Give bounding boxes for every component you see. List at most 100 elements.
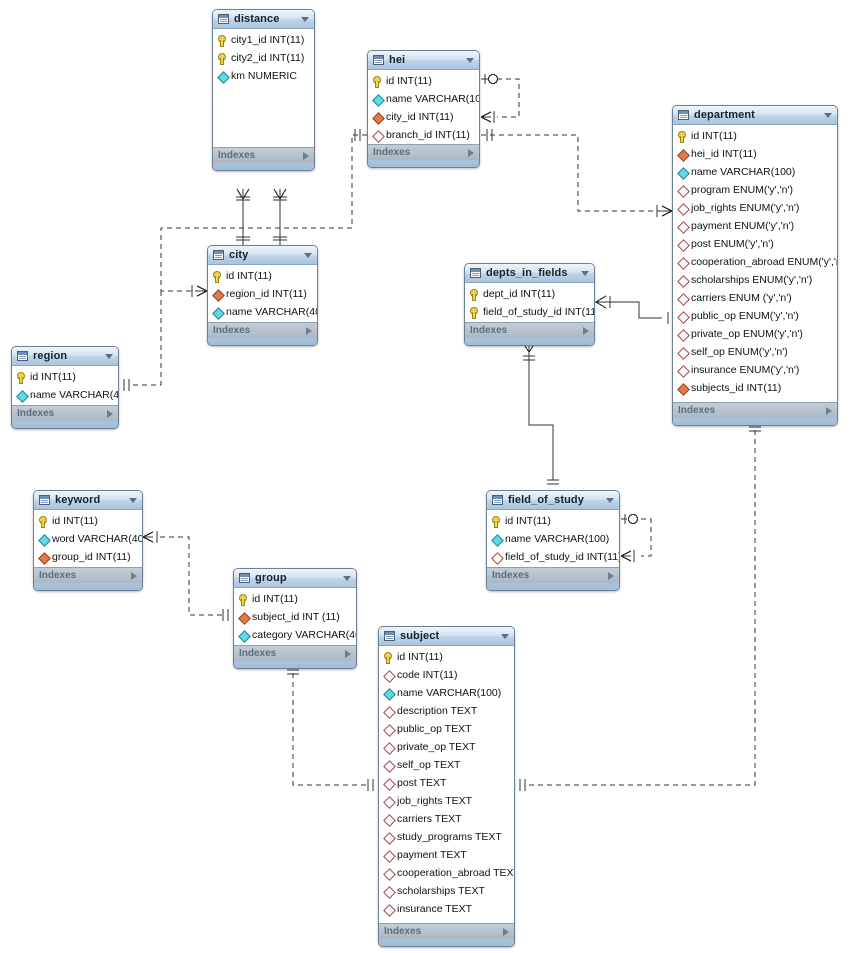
column-row[interactable]: scholarships ENUM('y','n') — [673, 271, 837, 289]
column-row[interactable]: dept_id INT(11) — [465, 285, 594, 303]
column-row[interactable]: insurance ENUM('y','n') — [673, 361, 837, 379]
chevron-down-icon[interactable] — [129, 497, 137, 503]
table-header-region[interactable]: region — [12, 347, 118, 366]
column-row[interactable]: city2_id INT(11) — [213, 49, 314, 67]
triangle-right-icon[interactable] — [503, 927, 509, 936]
column-row[interactable]: category VARCHAR(40) — [234, 626, 356, 644]
column-row[interactable]: public_op ENUM('y','n') — [673, 307, 837, 325]
column-row[interactable]: name VARCHAR(40) — [12, 386, 118, 404]
column-row[interactable]: subject_id INT (11) — [234, 608, 356, 626]
table-hei[interactable]: hei id INT(11) name VARCHAR(100) city_id IN… — [367, 50, 480, 168]
column-row[interactable]: post ENUM('y','n') — [673, 235, 837, 253]
column-row[interactable]: public_op TEXT — [379, 720, 514, 738]
table-distance[interactable]: distance city1_id INT(11) city2_id INT(11)… — [212, 9, 315, 171]
column-row[interactable]: field_of_study_id INT(11) — [465, 303, 594, 321]
indexes-section-field_of_study[interactable]: Indexes — [487, 567, 619, 583]
column-row[interactable]: city1_id INT(11) — [213, 31, 314, 49]
table-department[interactable]: department id INT(11) hei_id INT(11) name V… — [672, 105, 838, 426]
table-header-field_of_study[interactable]: field_of_study — [487, 491, 619, 510]
chevron-down-icon[interactable] — [824, 112, 832, 118]
triangle-right-icon[interactable] — [107, 409, 113, 418]
column-row[interactable]: hei_id INT(11) — [673, 145, 837, 163]
indexes-section-hei[interactable]: Indexes — [368, 144, 479, 160]
column-row[interactable]: name VARCHAR(40) — [208, 303, 317, 321]
column-row[interactable]: self_op ENUM('y','n') — [673, 343, 837, 361]
eer-diagram-canvas[interactable]: distance city1_id INT(11) city2_id INT(11)… — [0, 0, 850, 953]
table-keyword[interactable]: keyword id INT(11) word VARCHAR(40) group_i… — [33, 490, 143, 591]
column-row[interactable]: id INT(11) — [208, 267, 317, 285]
indexes-section-department[interactable]: Indexes — [673, 402, 837, 418]
column-row[interactable]: city_id INT(11) — [368, 108, 479, 126]
column-row[interactable]: study_programs TEXT — [379, 828, 514, 846]
column-row[interactable]: payment ENUM('y','n') — [673, 217, 837, 235]
column-row[interactable]: word VARCHAR(40) — [34, 530, 142, 548]
column-row[interactable]: carriers TEXT — [379, 810, 514, 828]
chevron-down-icon[interactable] — [501, 633, 509, 639]
triangle-right-icon[interactable] — [826, 406, 832, 415]
indexes-section-distance[interactable]: Indexes — [213, 147, 314, 163]
column-row[interactable]: private_op TEXT — [379, 738, 514, 756]
column-row[interactable]: id INT(11) — [234, 590, 356, 608]
table-depts_in_fields[interactable]: depts_in_fields dept_id INT(11) field_of_s… — [464, 263, 595, 346]
column-row[interactable]: id INT(11) — [379, 648, 514, 666]
column-row[interactable]: id INT(11) — [368, 72, 479, 90]
column-row[interactable]: cooperation_abroad ENUM('y','n') — [673, 253, 837, 271]
column-row[interactable]: km NUMERIC — [213, 67, 314, 85]
table-city[interactable]: city id INT(11) region_id INT(11) name VARC… — [207, 245, 318, 346]
table-header-subject[interactable]: subject — [379, 627, 514, 646]
chevron-down-icon[interactable] — [105, 353, 113, 359]
column-row[interactable]: name VARCHAR(100) — [368, 90, 479, 108]
triangle-right-icon[interactable] — [345, 649, 351, 658]
indexes-section-region[interactable]: Indexes — [12, 405, 118, 421]
table-header-depts_in_fields[interactable]: depts_in_fields — [465, 264, 594, 283]
table-group[interactable]: group id INT(11) subject_id INT (11) catego… — [233, 568, 357, 669]
triangle-right-icon[interactable] — [131, 571, 137, 580]
triangle-right-icon[interactable] — [306, 326, 312, 335]
column-row[interactable]: region_id INT(11) — [208, 285, 317, 303]
column-row[interactable]: carriers ENUM ('y','n') — [673, 289, 837, 307]
table-header-group[interactable]: group — [234, 569, 356, 588]
triangle-right-icon[interactable] — [608, 571, 614, 580]
column-row[interactable]: job_rights TEXT — [379, 792, 514, 810]
column-row[interactable]: post TEXT — [379, 774, 514, 792]
column-row[interactable]: name VARCHAR(100) — [673, 163, 837, 181]
chevron-down-icon[interactable] — [301, 16, 309, 22]
chevron-down-icon[interactable] — [581, 270, 589, 276]
column-row[interactable]: description TEXT — [379, 702, 514, 720]
chevron-down-icon[interactable] — [304, 252, 312, 258]
indexes-section-group[interactable]: Indexes — [234, 645, 356, 661]
column-row[interactable]: subjects_id INT(11) — [673, 379, 837, 397]
table-region[interactable]: region id INT(11) name VARCHAR(40) Indexes — [11, 346, 119, 429]
column-row[interactable]: cooperation_abroad TEXT — [379, 864, 514, 882]
column-row[interactable]: id INT(11) — [34, 512, 142, 530]
column-row[interactable]: program ENUM('y','n') — [673, 181, 837, 199]
table-header-distance[interactable]: distance — [213, 10, 314, 29]
column-row[interactable]: code INT(11) — [379, 666, 514, 684]
column-row[interactable]: scholarships TEXT — [379, 882, 514, 900]
indexes-section-keyword[interactable]: Indexes — [34, 567, 142, 583]
column-row[interactable]: id INT(11) — [487, 512, 619, 530]
chevron-down-icon[interactable] — [606, 497, 614, 503]
table-header-city[interactable]: city — [208, 246, 317, 265]
indexes-section-city[interactable]: Indexes — [208, 322, 317, 338]
column-row[interactable]: field_of_study_id INT(11) — [487, 548, 619, 566]
table-field_of_study[interactable]: field_of_studyid INT(11) name VARCHAR(100… — [486, 490, 620, 591]
table-subject[interactable]: subject id INT(11) code INT(11) name VARCHA… — [378, 626, 515, 947]
column-row[interactable]: insurance TEXT — [379, 900, 514, 918]
triangle-right-icon[interactable] — [583, 326, 589, 335]
column-row[interactable]: group_id INT(11) — [34, 548, 142, 566]
indexes-section-depts_in_fields[interactable]: Indexes — [465, 322, 594, 338]
table-header-keyword[interactable]: keyword — [34, 491, 142, 510]
column-row[interactable]: name VARCHAR(100) — [487, 530, 619, 548]
column-row[interactable]: payment TEXT — [379, 846, 514, 864]
column-row[interactable]: branch_id INT(11) — [368, 126, 479, 144]
indexes-section-subject[interactable]: Indexes — [379, 923, 514, 939]
column-row[interactable]: name VARCHAR(100) — [379, 684, 514, 702]
column-row[interactable]: id INT(11) — [12, 368, 118, 386]
column-row[interactable]: job_rights ENUM('y','n') — [673, 199, 837, 217]
column-row[interactable]: id INT(11) — [673, 127, 837, 145]
triangle-right-icon[interactable] — [468, 148, 474, 157]
column-row[interactable]: private_op ENUM('y','n') — [673, 325, 837, 343]
chevron-down-icon[interactable] — [343, 575, 351, 581]
column-row[interactable]: self_op TEXT — [379, 756, 514, 774]
